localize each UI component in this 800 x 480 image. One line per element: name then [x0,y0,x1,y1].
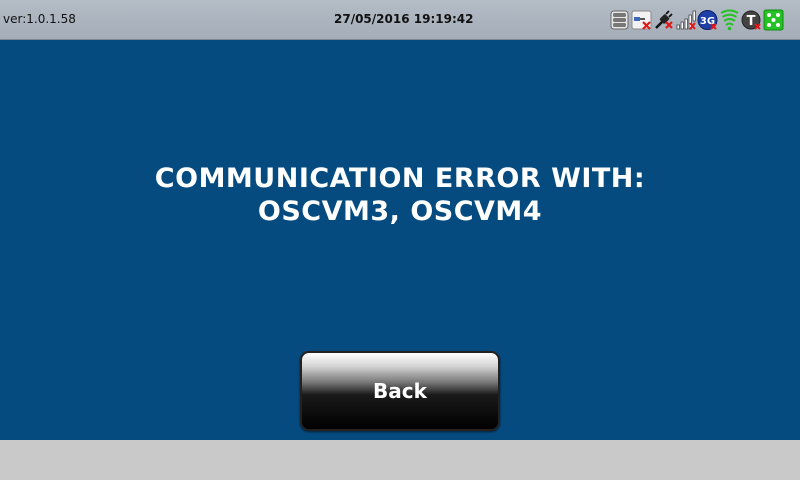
status-icons: 3G T [609,9,784,31]
app-grid-icon [763,9,784,31]
database-icon [609,9,630,31]
signal-strength-icon [675,9,696,31]
back-button-label: Back [373,379,427,403]
status-bar: ver:1.0.1.58 27/05/2016 19:19:42 3G T [0,0,800,40]
3g-icon: 3G [697,9,718,31]
main-panel: COMMUNICATION ERROR WITH: OSCVM3, OSCVM4… [0,40,800,440]
t-icon-label: T [747,14,756,29]
bottom-bar [0,440,800,480]
version-label: ver:1.0.1.58 [3,12,76,26]
network-disconnected-icon [631,9,652,31]
error-line-1: COMMUNICATION ERROR WITH: [154,163,646,194]
t-service-icon: T [741,9,762,31]
back-button[interactable]: Back [300,351,500,431]
plug-icon [653,9,674,31]
datetime-label: 27/05/2016 19:19:42 [334,12,474,26]
error-message: COMMUNICATION ERROR WITH: OSCVM3, OSCVM4 [0,162,800,228]
wifi-icon [719,9,740,31]
error-line-2: OSCVM3, OSCVM4 [257,196,543,227]
